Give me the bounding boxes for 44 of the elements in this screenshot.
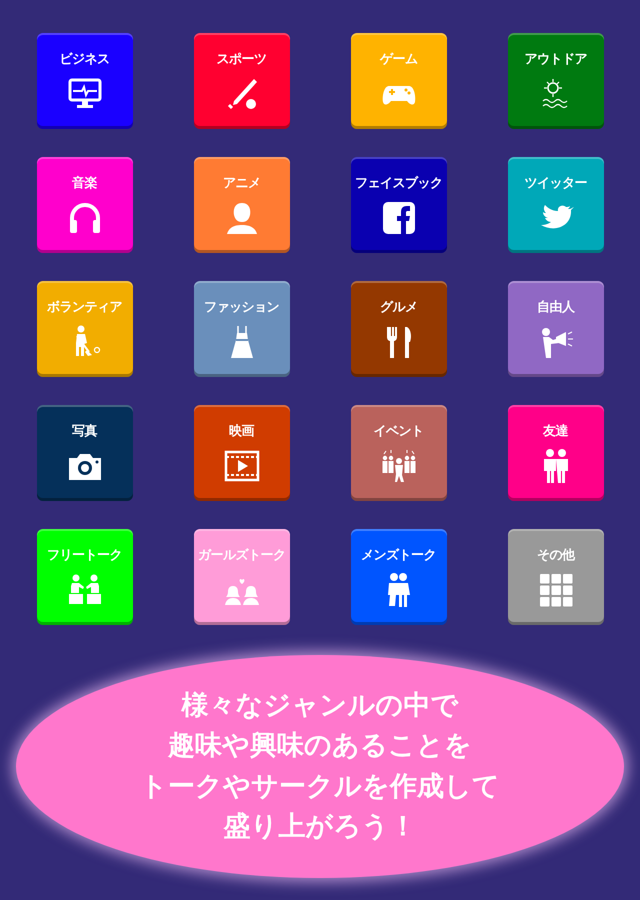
genre-tile[interactable]: イベント — [350, 405, 446, 501]
genre-label: ビジネス — [60, 51, 110, 68]
genre-label: ゲーム — [380, 51, 418, 68]
genre-label: 友達 — [543, 423, 568, 440]
genre-tile[interactable]: 映画 — [194, 405, 290, 501]
genre-tile[interactable]: ツイッター — [508, 157, 604, 253]
genre-tile[interactable]: 自由人 — [508, 281, 604, 377]
genre-tile[interactable]: ビジネス — [36, 33, 132, 129]
genre-tile[interactable]: 写真 — [36, 405, 132, 501]
genre-label: スポーツ — [216, 51, 266, 68]
genre-tile[interactable]: 友達 — [508, 405, 604, 501]
genre-label: ボランティア — [47, 299, 122, 316]
genre-tile[interactable]: フェイスブック — [350, 157, 446, 253]
genre-label: イベント — [374, 423, 424, 440]
genre-tile[interactable]: スポーツ — [194, 33, 290, 129]
message-line: 趣味や興味のあることを — [168, 730, 472, 762]
genre-label: アウトドア — [524, 51, 587, 68]
message-line: 様々なジャンルの中で — [182, 690, 458, 722]
genre-tile[interactable]: アニメ — [194, 157, 290, 253]
genre-tile[interactable]: メンズトーク — [350, 529, 446, 625]
genre-tile[interactable]: 音楽 — [36, 157, 132, 253]
genre-label: グルメ — [380, 299, 418, 316]
message-line: 盛り上がろう！ — [224, 810, 416, 844]
genre-label: 写真 — [72, 423, 97, 440]
genre-label: アニメ — [222, 175, 260, 192]
genre-label: フェイスブック — [354, 174, 442, 192]
grid-icon — [538, 572, 574, 608]
crowd-icon — [380, 448, 416, 484]
genre-tile[interactable]: ファッション — [194, 281, 290, 377]
genre-label: その他 — [536, 547, 574, 564]
genre-label: 音楽 — [72, 174, 97, 192]
film-strip-icon — [224, 448, 260, 484]
facebook-icon — [380, 200, 416, 236]
genre-label: ツイッター — [524, 175, 587, 192]
genre-label: ガールズトーク — [198, 547, 286, 564]
genre-tile[interactable]: その他 — [508, 529, 604, 625]
message-line: トークやサークルを作成して — [140, 770, 500, 803]
genre-label: フリートーク — [47, 547, 122, 564]
genre-tile[interactable]: グルメ — [350, 281, 446, 377]
genre-label: メンズトーク — [361, 547, 436, 564]
genre-label: ファッション — [204, 299, 279, 316]
genre-tile[interactable]: アウトドア — [508, 33, 604, 129]
genre-label: 映画 — [229, 423, 254, 440]
genre-label: 自由人 — [536, 299, 574, 316]
